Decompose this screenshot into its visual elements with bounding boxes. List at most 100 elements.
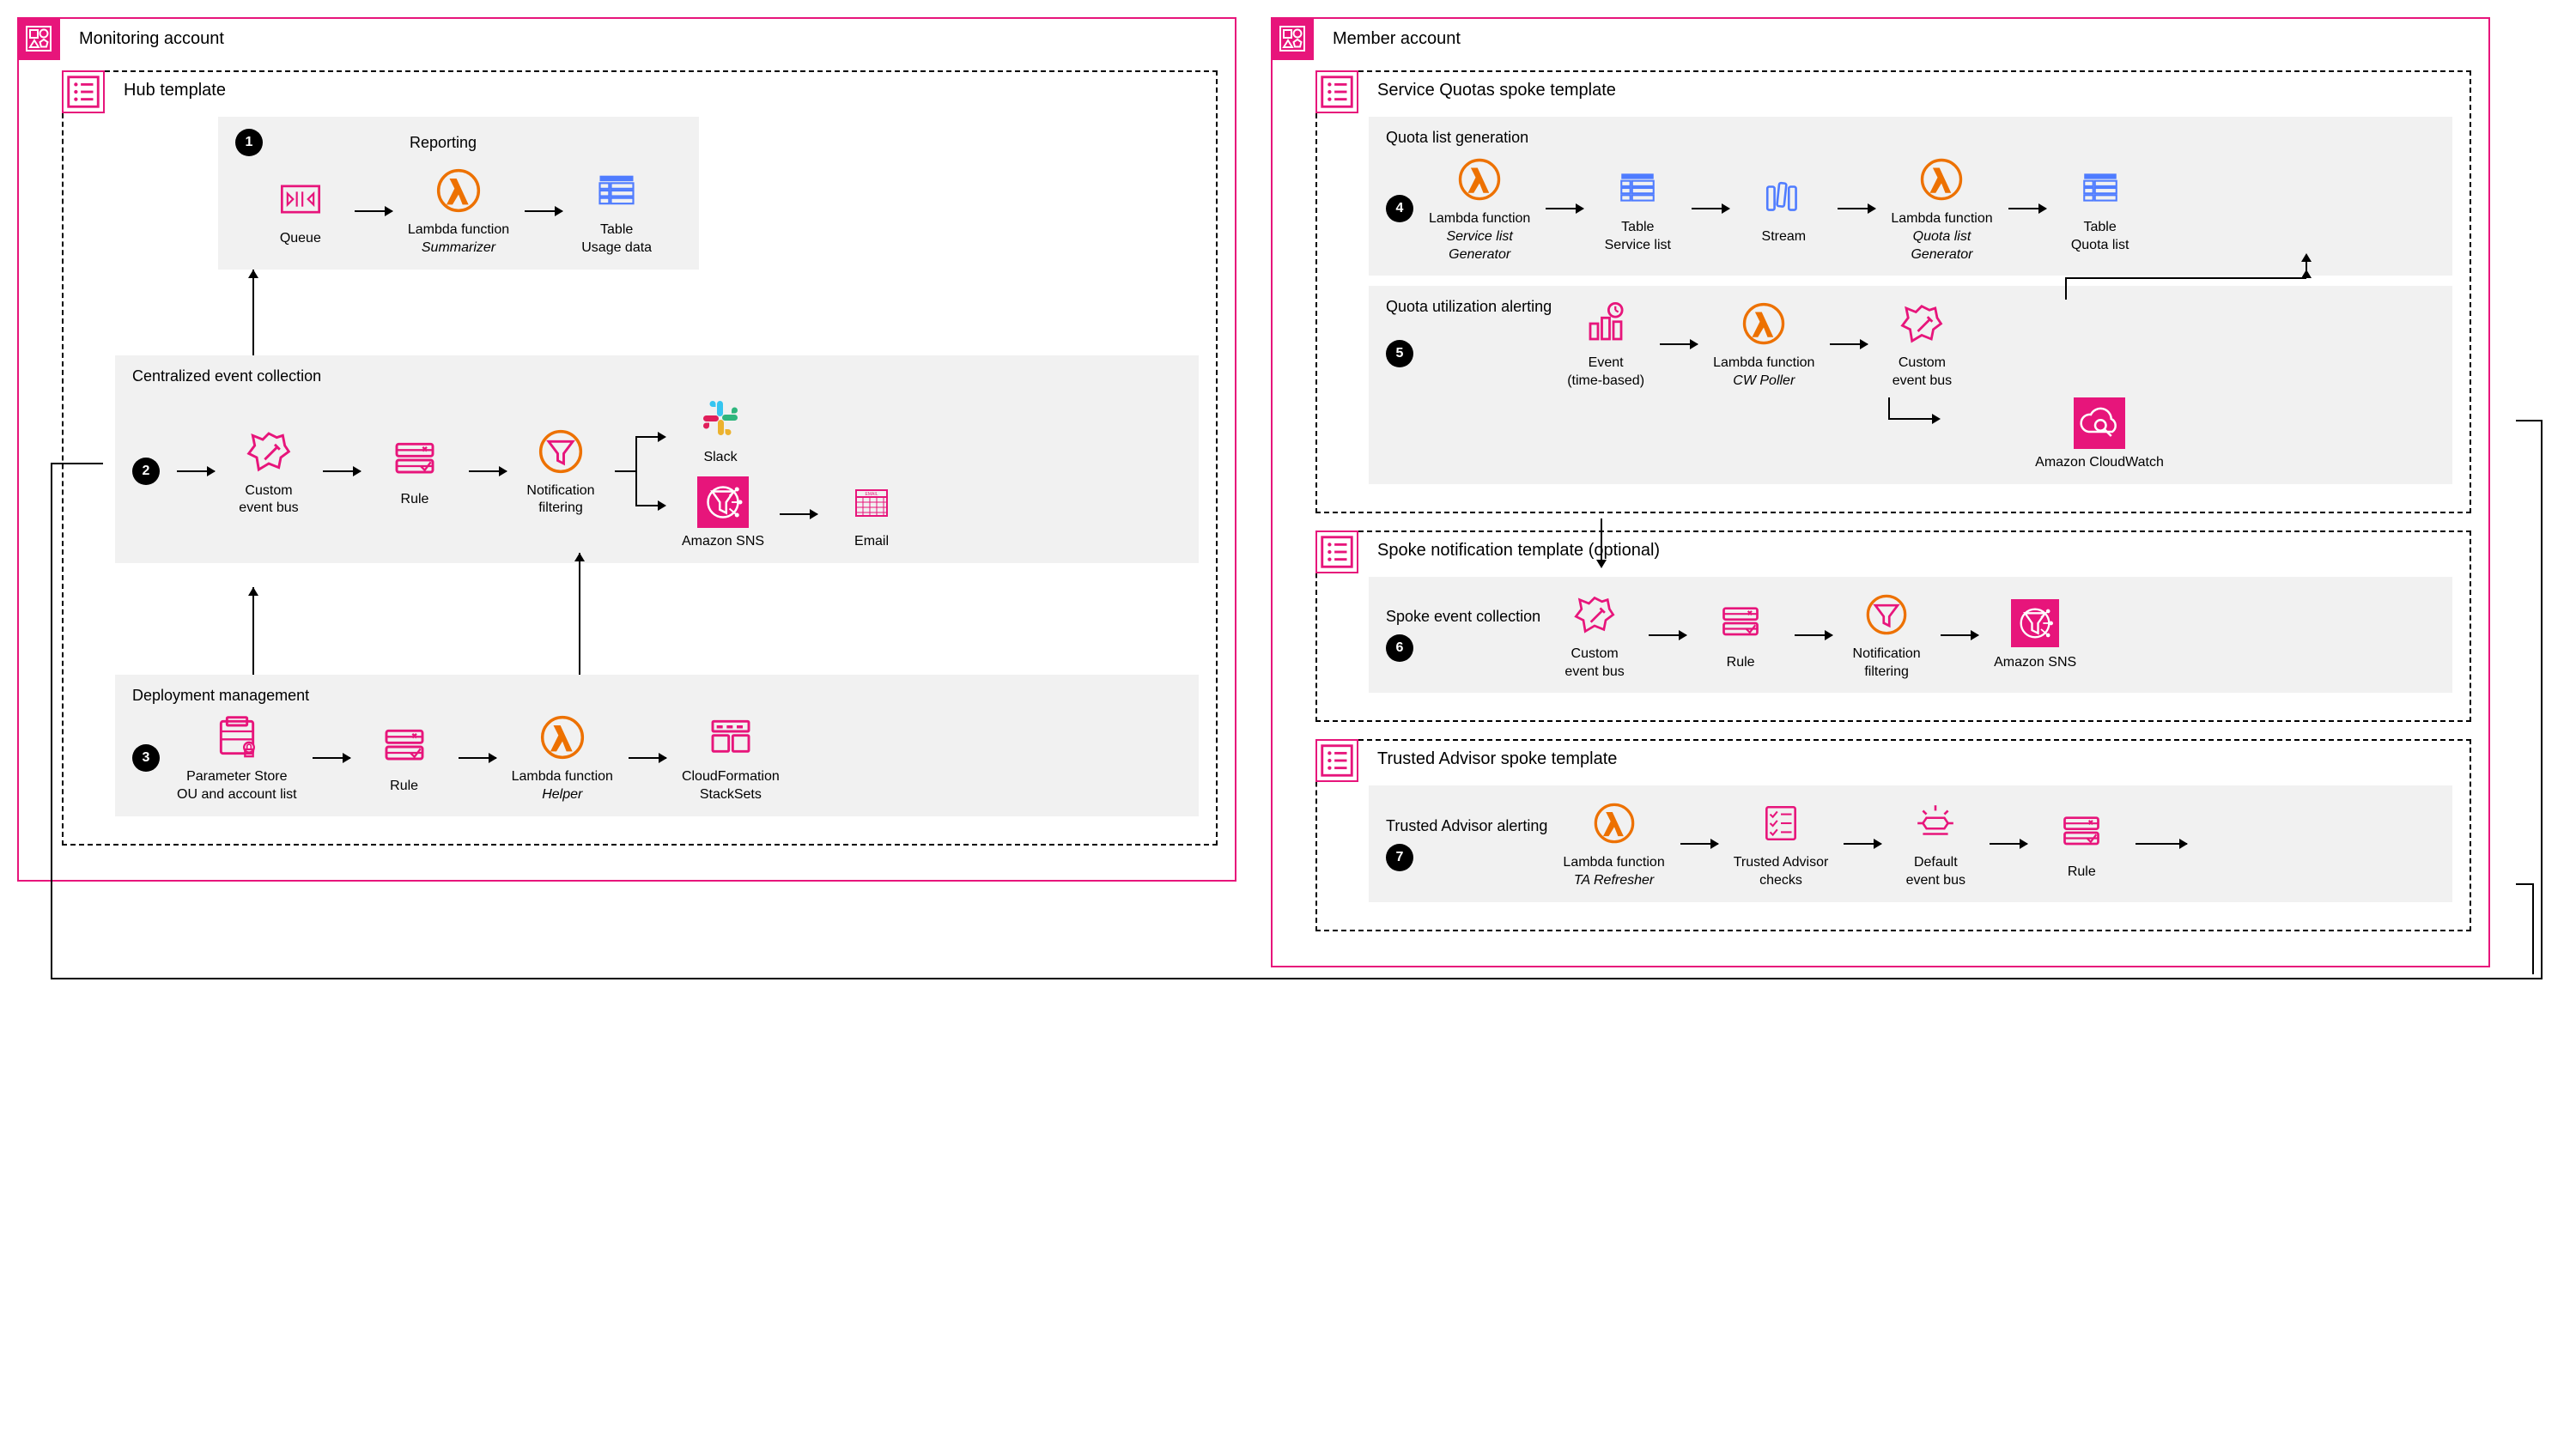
badge-7: 7 [1386, 844, 1413, 871]
lbl: event bus [1893, 373, 1952, 388]
lbl: Slack [703, 450, 737, 464]
checks-icon [1755, 797, 1807, 849]
default-bus-node: Default event bus [1897, 797, 1974, 890]
queue-node: Queue [262, 173, 339, 248]
arrow-icon [1795, 634, 1832, 636]
email-icon [846, 476, 897, 528]
arrow-icon [459, 757, 496, 759]
lbl: Amazon SNS [682, 534, 764, 549]
arrow-icon [1680, 843, 1718, 845]
badge-4: 4 [1386, 195, 1413, 222]
svc-gen-node: Lambda functionService listGenerator [1429, 154, 1530, 264]
lbl: Rule [401, 492, 429, 506]
email-node: Email [833, 476, 910, 551]
deploy-title: Deployment management [132, 687, 1182, 705]
lbl: Rule [1727, 655, 1755, 670]
rule-icon [379, 721, 430, 773]
qua-section: Quota utilization alerting 5 Event(time-… [1369, 286, 2452, 483]
reporting-title: Reporting [273, 134, 682, 152]
lbl: Amazon CloudWatch [2035, 455, 2164, 470]
lbl: Lambda function [512, 769, 613, 784]
notif-filter-node-2: Notificationfiltering [1848, 589, 1925, 682]
funnel-icon [1861, 589, 1912, 640]
quota-table-node: TableQuota list [2062, 162, 2139, 255]
stream-node: Stream [1745, 172, 1822, 246]
slack-node: Slack [682, 392, 759, 467]
lbl: Custom [245, 483, 292, 498]
sq-spoke-title: Service Quotas spoke template [1377, 81, 1616, 100]
lbl: Custom [1899, 355, 1946, 370]
rule-node-4: Rule [2043, 807, 2120, 882]
notif-filter-node: Notificationfiltering [522, 426, 599, 518]
badge-2: 2 [132, 458, 160, 485]
lbl: OU and account list [177, 787, 297, 802]
badge-3: 3 [132, 744, 160, 772]
lbl: CloudFormation [682, 769, 780, 784]
lambda-icon [433, 165, 484, 216]
hub-template-title: Hub template [124, 81, 226, 100]
lbl: event bus [1906, 873, 1965, 888]
rule-icon [2056, 807, 2107, 858]
monitoring-account-title: Monitoring account [79, 29, 224, 49]
cfn-icon [705, 712, 756, 763]
account-icon [17, 17, 60, 60]
summarizer-node: Lambda functionSummarizer [408, 165, 509, 258]
lbl: Stream [1762, 229, 1807, 244]
lbl: Default [1914, 855, 1958, 870]
spoke-notif-template: Spoke notification template (optional) S… [1315, 530, 2471, 723]
hub-template: Hub template 1 Reporting Queue Lambda fu… [62, 70, 1218, 846]
lbl: Custom [1571, 646, 1619, 661]
custom-bus-icon [1896, 298, 1947, 349]
arrow-icon [323, 470, 361, 472]
custom-bus-node-2: Custom event bus [1883, 298, 1960, 391]
lbl: event bus [1564, 664, 1624, 679]
rule-icon [1715, 597, 1766, 649]
quota-gen-node: Lambda functionQuota listGenerator [1891, 154, 1992, 264]
arrow-icon [629, 757, 666, 759]
sns-icon [2009, 597, 2061, 649]
connector-line [2066, 265, 2324, 300]
rule-node-3: Rule [1702, 597, 1779, 672]
ta-spoke-template: Trusted Advisor spoke template Trusted A… [1315, 739, 2471, 931]
lbl: Notification [1853, 646, 1921, 661]
arrow-icon [469, 470, 507, 472]
queue-icon [275, 173, 326, 225]
arrow-icon [1649, 634, 1686, 636]
summarizer-l2: Summarizer [422, 240, 495, 255]
helper-node: Lambda functionHelper [512, 712, 613, 804]
account-icon [1271, 17, 1314, 60]
arrow-icon [1692, 208, 1729, 209]
lbl: Lambda function [1429, 211, 1530, 226]
template-icon [1315, 530, 1358, 573]
lbl: Service list [1446, 229, 1512, 244]
sns-node-2: Amazon SNS [1994, 597, 2076, 672]
member-account: Member account Service Quotas spoke temp… [1271, 17, 2490, 967]
usage-table-node: TableUsage data [578, 165, 655, 258]
arrow-icon [2008, 208, 2046, 209]
lbl: Lambda function [1563, 855, 1664, 870]
template-icon [1315, 70, 1358, 113]
svc-table-node: TableService list [1599, 162, 1676, 255]
arrow-icon [525, 210, 562, 212]
lbl: Notification [526, 483, 594, 498]
lbl: Rule [390, 779, 418, 793]
stream-icon [1758, 172, 1809, 223]
lbl: Lambda function [1713, 355, 1814, 370]
ta-refresher-node: Lambda functionTA Refresher [1563, 797, 1664, 890]
table-icon [591, 165, 642, 216]
arrow-icon [177, 470, 215, 472]
usage-table-l1: Table [600, 222, 633, 237]
param-store-node: Parameter StoreOU and account list [177, 712, 297, 804]
lbl: CW Poller [1733, 373, 1795, 388]
queue-label: Queue [280, 231, 321, 246]
default-bus-icon [1910, 797, 1961, 849]
taa-title: Trusted Advisor alerting [1386, 817, 1547, 835]
cec-section: Centralized event collection 2 Customeve… [115, 355, 1199, 564]
lambda-icon [1916, 154, 1967, 205]
custom-bus-node: Customevent bus [230, 426, 307, 518]
arrow-icon [1830, 343, 1868, 345]
arrow-icon [1990, 843, 2027, 845]
lambda-icon [1738, 298, 1789, 349]
funnel-icon [535, 426, 586, 477]
custom-bus-icon [1569, 589, 1620, 640]
